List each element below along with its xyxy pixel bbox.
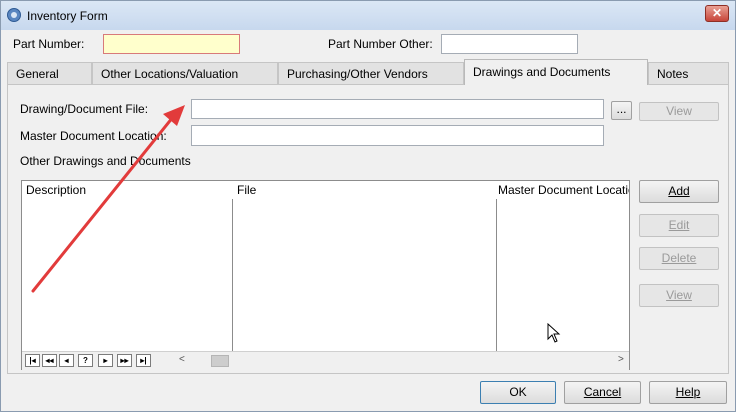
ok-button[interactable]: OK <box>480 381 556 404</box>
title-bar: Inventory Form ✕ <box>1 1 735 30</box>
column-master-location[interactable]: Master Document Location <box>498 183 629 197</box>
column-divider <box>496 199 497 351</box>
nav-prior-page-button[interactable]: ◂◂ <box>42 354 57 367</box>
part-number-input[interactable] <box>103 34 240 54</box>
tab-drawings-label: Drawings and Documents <box>473 65 611 79</box>
view-document-button-label: View <box>666 288 692 302</box>
tab-purchasing-label: Purchasing/Other Vendors <box>287 67 428 81</box>
column-description[interactable]: Description <box>26 183 226 197</box>
tab-other-locations-label: Other Locations/Valuation <box>101 67 239 81</box>
edit-button[interactable]: Edit <box>639 214 719 237</box>
edit-button-label: Edit <box>668 218 690 232</box>
delete-button[interactable]: Delete <box>639 247 719 270</box>
tab-notes[interactable]: Notes <box>648 62 729 84</box>
horizontal-scrollbar-thumb[interactable] <box>211 355 229 367</box>
drawing-file-label: Drawing/Document File: <box>20 102 149 116</box>
close-button[interactable]: ✕ <box>705 5 729 22</box>
inventory-form-window: Inventory Form ✕ Part Number: Part Numbe… <box>0 0 736 412</box>
help-button-label: Help <box>675 385 701 399</box>
other-drawings-label: Other Drawings and Documents <box>20 154 191 168</box>
nav-prior-button[interactable]: ◂ <box>59 354 74 367</box>
add-button-label: Add <box>668 184 690 198</box>
nav-first-button[interactable]: |◂ <box>25 354 40 367</box>
grid-navigator: |◂ ◂◂ ◂ ? ▸ ▸▸ ▸| < > <box>22 351 629 370</box>
tab-notes-label: Notes <box>657 67 689 81</box>
scroll-right-arrow[interactable]: > <box>618 354 624 365</box>
part-number-label: Part Number: <box>13 37 85 51</box>
master-location-label: Master Document Location: <box>20 129 167 143</box>
tab-other-locations-valuation[interactable]: Other Locations/Valuation <box>92 62 278 84</box>
nav-help-button[interactable]: ? <box>78 354 93 367</box>
scroll-left-arrow[interactable]: < <box>179 354 185 365</box>
view-document-button[interactable]: View <box>639 284 719 307</box>
add-button[interactable]: Add <box>639 180 719 203</box>
cancel-button[interactable]: Cancel <box>564 381 641 404</box>
app-gear-icon <box>7 8 21 22</box>
nav-next-button[interactable]: ▸ <box>98 354 113 367</box>
delete-button-label: Delete <box>661 251 697 265</box>
nav-last-button[interactable]: ▸| <box>136 354 151 367</box>
mouse-pointer-icon <box>547 323 561 343</box>
documents-grid[interactable]: Description File Master Document Locatio… <box>21 180 630 370</box>
nav-next-page-button[interactable]: ▸▸ <box>117 354 132 367</box>
column-divider <box>232 199 233 351</box>
help-button[interactable]: Help <box>649 381 727 404</box>
window-title: Inventory Form <box>27 9 108 23</box>
master-location-input[interactable] <box>191 125 604 146</box>
tab-general-label: General <box>16 67 59 81</box>
browse-button[interactable]: ... <box>611 101 632 120</box>
column-file[interactable]: File <box>237 183 487 197</box>
part-number-other-input[interactable] <box>441 34 578 54</box>
drawing-file-input[interactable] <box>191 99 604 119</box>
part-number-other-label: Part Number Other: <box>328 37 433 51</box>
tab-drawings-and-documents[interactable]: Drawings and Documents <box>464 59 648 85</box>
tab-general[interactable]: General <box>7 62 92 84</box>
tab-purchasing-other-vendors[interactable]: Purchasing/Other Vendors <box>278 62 464 84</box>
cancel-button-label: Cancel <box>583 385 622 399</box>
view-file-button[interactable]: View <box>639 102 719 121</box>
